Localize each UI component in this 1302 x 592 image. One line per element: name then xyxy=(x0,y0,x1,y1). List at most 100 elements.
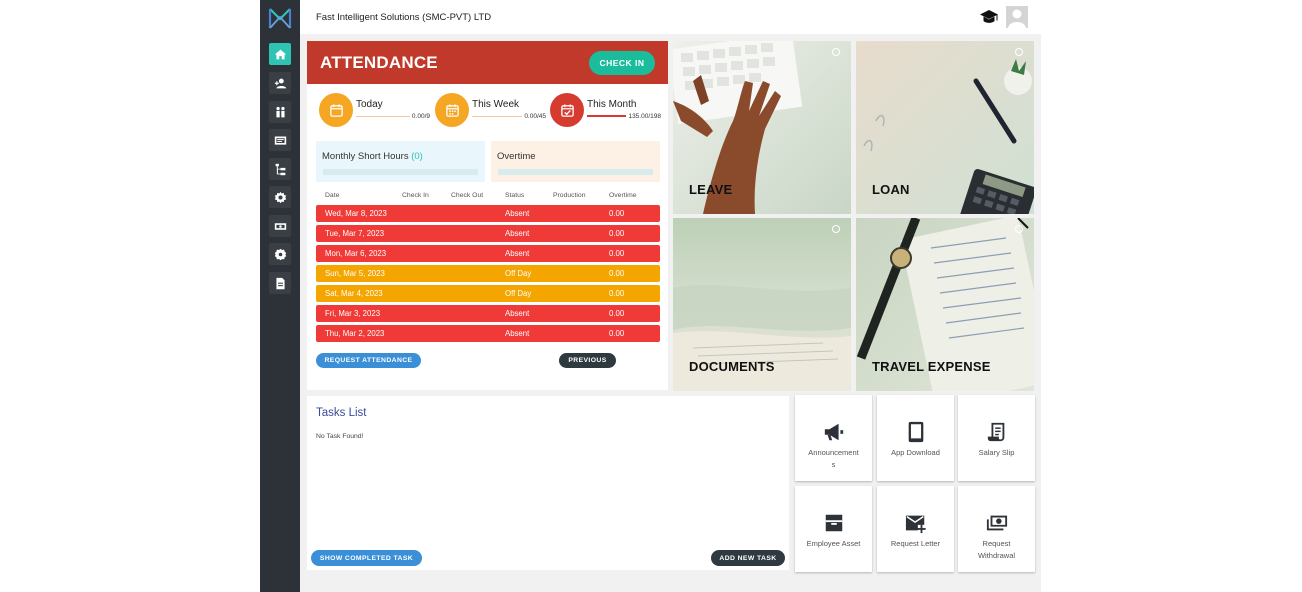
short-hours-label: Monthly Short Hours (0) xyxy=(322,151,423,162)
sidebar-item-home[interactable] xyxy=(269,43,291,65)
column-header: Overtime xyxy=(609,191,637,199)
table-row: Tue, Mar 7, 2023 Absent 0.00 xyxy=(316,225,660,242)
table-row: Fri, Mar 3, 2023 Absent 0.00 xyxy=(316,305,660,322)
mail-add-icon xyxy=(905,515,926,534)
attendance-table: Date Check In Check Out Status Productio… xyxy=(316,185,660,345)
request-attendance-button[interactable]: REQUEST ATTENDANCE xyxy=(316,353,421,368)
short-hours-count: (0) xyxy=(411,151,423,162)
previous-button[interactable]: PREVIOUS xyxy=(559,353,616,368)
cell-check-out xyxy=(451,265,505,282)
graduation-cap-icon[interactable] xyxy=(979,9,999,25)
tile-loan[interactable]: LOAN xyxy=(856,41,1034,214)
table-row: Wed, Mar 8, 2023 Absent 0.00 xyxy=(316,205,660,222)
cell-check-in xyxy=(402,265,451,282)
company-name: Fast Intelligent Solutions (SMC-PVT) LTD xyxy=(316,12,492,23)
people-icon xyxy=(275,106,285,117)
cell-check-out xyxy=(451,325,505,342)
salary-slip-button[interactable]: Salary Slip xyxy=(958,395,1035,481)
company-logo[interactable] xyxy=(266,4,294,32)
column-header: Check In xyxy=(402,191,429,199)
cell-production xyxy=(553,205,609,222)
home-icon xyxy=(274,49,286,59)
tasks-panel: Tasks List No Task Found! SHOW COMPLETED… xyxy=(307,396,789,570)
stat-label: This Month xyxy=(587,99,637,110)
cell-overtime: 0.00 xyxy=(609,285,660,302)
sidebar-item-configuration[interactable] xyxy=(269,243,291,265)
cell-check-out xyxy=(451,225,505,242)
column-header: Production xyxy=(553,191,586,199)
cell-status: Absent xyxy=(505,305,553,322)
sidebar-item-hierarchy[interactable] xyxy=(269,158,291,180)
employee-asset-button[interactable]: Employee Asset xyxy=(795,486,872,572)
quick-link-label: App Download xyxy=(891,448,940,457)
megaphone-icon xyxy=(824,423,844,441)
overtime-box: Overtime xyxy=(491,141,660,182)
cell-overtime: 0.00 xyxy=(609,225,660,242)
request-letter-button[interactable]: Request Letter xyxy=(877,486,954,572)
money-icon xyxy=(274,222,286,230)
announcements-button[interactable]: Announcement s xyxy=(795,395,872,481)
app-container: Fast Intelligent Solutions (SMC-PVT) LTD… xyxy=(260,0,1041,592)
tile-documents[interactable]: DOCUMENTS xyxy=(673,218,851,391)
cell-production xyxy=(553,245,609,262)
quick-link-label: Salary Slip xyxy=(978,448,1015,457)
cell-production xyxy=(553,225,609,242)
stat-label: Today xyxy=(356,99,383,110)
document-icon xyxy=(275,277,285,289)
attendance-title: ATTENDANCE xyxy=(320,53,438,72)
cell-overtime: 0.00 xyxy=(609,265,660,282)
cell-overtime: 0.00 xyxy=(609,305,660,322)
app-download-button[interactable]: App Download xyxy=(877,395,954,481)
tile-label: LOAN xyxy=(872,182,910,197)
overtime-bar xyxy=(498,169,653,175)
id-card-icon xyxy=(274,135,286,145)
sidebar-item-payroll[interactable] xyxy=(269,215,291,237)
cell-date: Wed, Mar 8, 2023 xyxy=(316,205,402,222)
cell-status: Absent xyxy=(505,245,553,262)
calendar-grid-icon xyxy=(435,93,469,127)
cell-check-out xyxy=(451,205,505,222)
cell-date: Tue, Mar 7, 2023 xyxy=(316,225,402,242)
cell-status: Absent xyxy=(505,225,553,242)
cell-status: Off Day xyxy=(505,285,553,302)
tile-label: LEAVE xyxy=(689,182,733,197)
sidebar-item-reports[interactable] xyxy=(269,272,291,294)
cell-status: Absent xyxy=(505,205,553,222)
calendar-check-icon xyxy=(550,93,584,127)
tile-leave[interactable]: LEAVE xyxy=(673,41,851,214)
quick-link-label: Request Letter xyxy=(890,539,941,548)
sidebar-item-settings[interactable] xyxy=(269,186,291,208)
request-withdrawal-button[interactable]: Request Withdrawal xyxy=(958,486,1035,572)
cell-check-out xyxy=(451,305,505,322)
check-in-button[interactable]: CHECK IN xyxy=(589,51,655,75)
stat-value: 135.00/198 xyxy=(626,113,661,120)
cell-date: Sat, Mar 4, 2023 xyxy=(316,285,402,302)
sidebar-item-id-card[interactable] xyxy=(269,129,291,151)
user-add-icon xyxy=(274,78,286,88)
asset-box-icon xyxy=(825,514,843,532)
cell-overtime: 0.00 xyxy=(609,325,660,342)
monthly-short-hours-box: Monthly Short Hours (0) xyxy=(316,141,485,182)
cell-check-in xyxy=(402,285,451,302)
tile-travel-expense[interactable]: TRAVEL EXPENSE xyxy=(856,218,1034,391)
cell-check-out xyxy=(451,285,505,302)
cog-badge-icon xyxy=(274,248,286,260)
tasks-empty-message: No Task Found! xyxy=(316,433,364,440)
tile-indicator xyxy=(1015,225,1023,233)
tile-indicator xyxy=(832,225,840,233)
table-row: Mon, Mar 6, 2023 Absent 0.00 xyxy=(316,245,660,262)
quick-link-label: Employee Asset xyxy=(806,539,861,548)
avatar[interactable] xyxy=(1006,6,1028,28)
cell-production xyxy=(553,265,609,282)
receipt-icon xyxy=(987,422,1005,442)
sidebar-item-people[interactable] xyxy=(269,101,291,123)
stat-label: This Week xyxy=(472,99,520,110)
add-new-task-button[interactable]: ADD NEW TASK xyxy=(711,550,785,566)
cell-production xyxy=(553,325,609,342)
sidebar-item-add-user[interactable] xyxy=(269,72,291,94)
tile-indicator xyxy=(832,48,840,56)
tile-label: DOCUMENTS xyxy=(689,359,775,374)
calendar-icon xyxy=(319,93,353,127)
show-completed-task-button[interactable]: SHOW COMPLETED TASK xyxy=(311,550,422,566)
quick-link-label: Request Withdrawal xyxy=(977,539,1016,560)
